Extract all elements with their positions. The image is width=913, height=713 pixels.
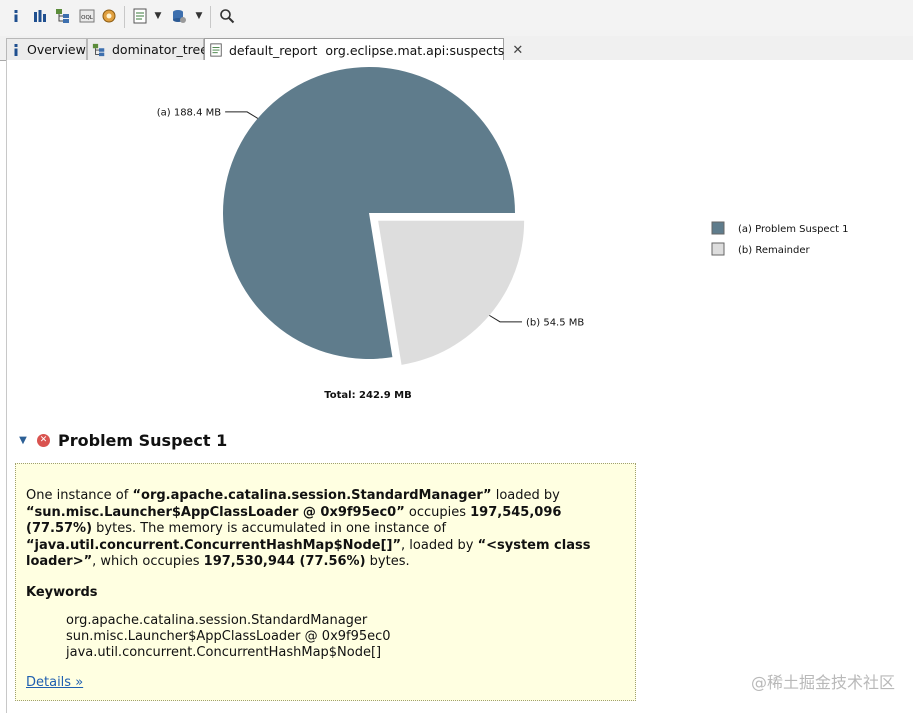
main-toolbar: OQL ▼ ▼ bbox=[0, 0, 913, 37]
run-report-dropdown-icon[interactable]: ▼ bbox=[154, 10, 162, 22]
chart-total: Total: 242.9 MB bbox=[324, 390, 412, 401]
problem-suspect-panel: One instance of “org.apache.catalina.ses… bbox=[15, 463, 636, 701]
pie-slice-label: (b) 54.5 MB bbox=[526, 317, 584, 328]
error-icon: ✕ bbox=[37, 433, 50, 447]
tab-overview[interactable]: Overview bbox=[6, 38, 87, 60]
pie-chart: (a) 188.4 MB (b) 54.5 MB (a) Problem Susp… bbox=[157, 66, 849, 401]
svg-text:OQL: OQL bbox=[81, 15, 94, 21]
legend-swatch bbox=[711, 242, 725, 256]
keywords-title: Keywords bbox=[26, 584, 98, 600]
dominator-tree-icon[interactable] bbox=[54, 7, 72, 25]
close-icon[interactable]: ✕ bbox=[512, 43, 523, 58]
pie-slice-label: (a) 188.4 MB bbox=[157, 107, 222, 118]
details-link[interactable]: Details » bbox=[26, 675, 83, 692]
pie-leader-line bbox=[489, 314, 523, 323]
watermark: @稀土掘金技术社区 bbox=[750, 673, 895, 692]
description-text: One instance of bbox=[26, 488, 133, 503]
tab-default-report[interactable]: default_report org.eclipse.mat.api:suspe… bbox=[204, 38, 523, 61]
keyword-item: org.apache.catalina.session.StandardMana… bbox=[66, 613, 368, 628]
description-class-name: “org.apache.catalina.session.StandardMan… bbox=[132, 488, 492, 503]
oql-icon[interactable]: OQL bbox=[78, 7, 96, 25]
suspect-description: One instance of “org.apache.catalina.ses… bbox=[26, 488, 625, 571]
thread-overview-icon[interactable] bbox=[100, 7, 118, 25]
description-text: loaded by bbox=[491, 488, 560, 503]
toolbar-separator bbox=[124, 6, 125, 28]
tree-icon bbox=[92, 43, 106, 57]
collapse-arrow-icon[interactable]: ▼ bbox=[17, 434, 29, 446]
description-loader-name: “sun.misc.Launcher$AppClassLoader @ 0x9f… bbox=[26, 504, 405, 520]
description-text: , which occupies bbox=[92, 554, 204, 569]
chart-legend: (a) Problem Suspect 1 (b) Remainder bbox=[711, 221, 849, 256]
description-accumulator-class: “java.util.concurrent.ConcurrentHashMap$… bbox=[26, 537, 402, 553]
query-browser-icon[interactable] bbox=[170, 7, 188, 25]
description-text: , loaded by bbox=[401, 537, 478, 553]
pie-leader-line bbox=[225, 111, 259, 119]
info-icon bbox=[11, 43, 21, 57]
description-text: bytes. bbox=[365, 554, 410, 569]
pie-slices bbox=[222, 66, 525, 365]
description-accumulated-bytes: 197,530,944 (77.56%) bbox=[203, 554, 366, 569]
search-icon[interactable] bbox=[218, 7, 236, 25]
pie-slice-remainder bbox=[378, 220, 525, 365]
info-icon[interactable] bbox=[7, 7, 25, 25]
problem-suspect-title: Problem Suspect 1 bbox=[58, 430, 228, 450]
legend-label: (b) Remainder bbox=[738, 245, 810, 256]
legend-label: (a) Problem Suspect 1 bbox=[738, 224, 849, 235]
report-content: (a) 188.4 MB (b) 54.5 MB (a) Problem Susp… bbox=[6, 60, 913, 713]
tab-default-report-label: default_report org.eclipse.mat.api:suspe… bbox=[229, 42, 505, 58]
tab-dominator-tree-label: dominator_tree bbox=[112, 42, 208, 57]
query-browser-dropdown-icon[interactable]: ▼ bbox=[195, 10, 203, 22]
tab-dominator-tree[interactable]: dominator_tree bbox=[87, 38, 208, 60]
keyword-item: java.util.concurrent.ConcurrentHashMap$N… bbox=[66, 645, 382, 660]
toolbar-separator bbox=[210, 6, 211, 28]
keywords-list: org.apache.catalina.session.StandardMana… bbox=[66, 613, 625, 661]
problem-suspect-header: ▼ ✕ Problem Suspect 1 bbox=[17, 428, 227, 452]
keyword-item: sun.misc.Launcher$AppClassLoader @ 0x9f9… bbox=[66, 629, 391, 644]
editor-tab-bar: Overview dominator_tree default_report o… bbox=[0, 36, 913, 61]
tab-overview-label: Overview bbox=[27, 42, 86, 57]
legend-swatch bbox=[711, 221, 725, 235]
description-text: occupies bbox=[404, 504, 471, 520]
run-report-icon[interactable] bbox=[131, 7, 149, 25]
histogram-icon[interactable] bbox=[31, 7, 49, 25]
description-text: bytes. The memory is accumulated in one … bbox=[92, 521, 447, 536]
report-icon bbox=[209, 43, 223, 57]
